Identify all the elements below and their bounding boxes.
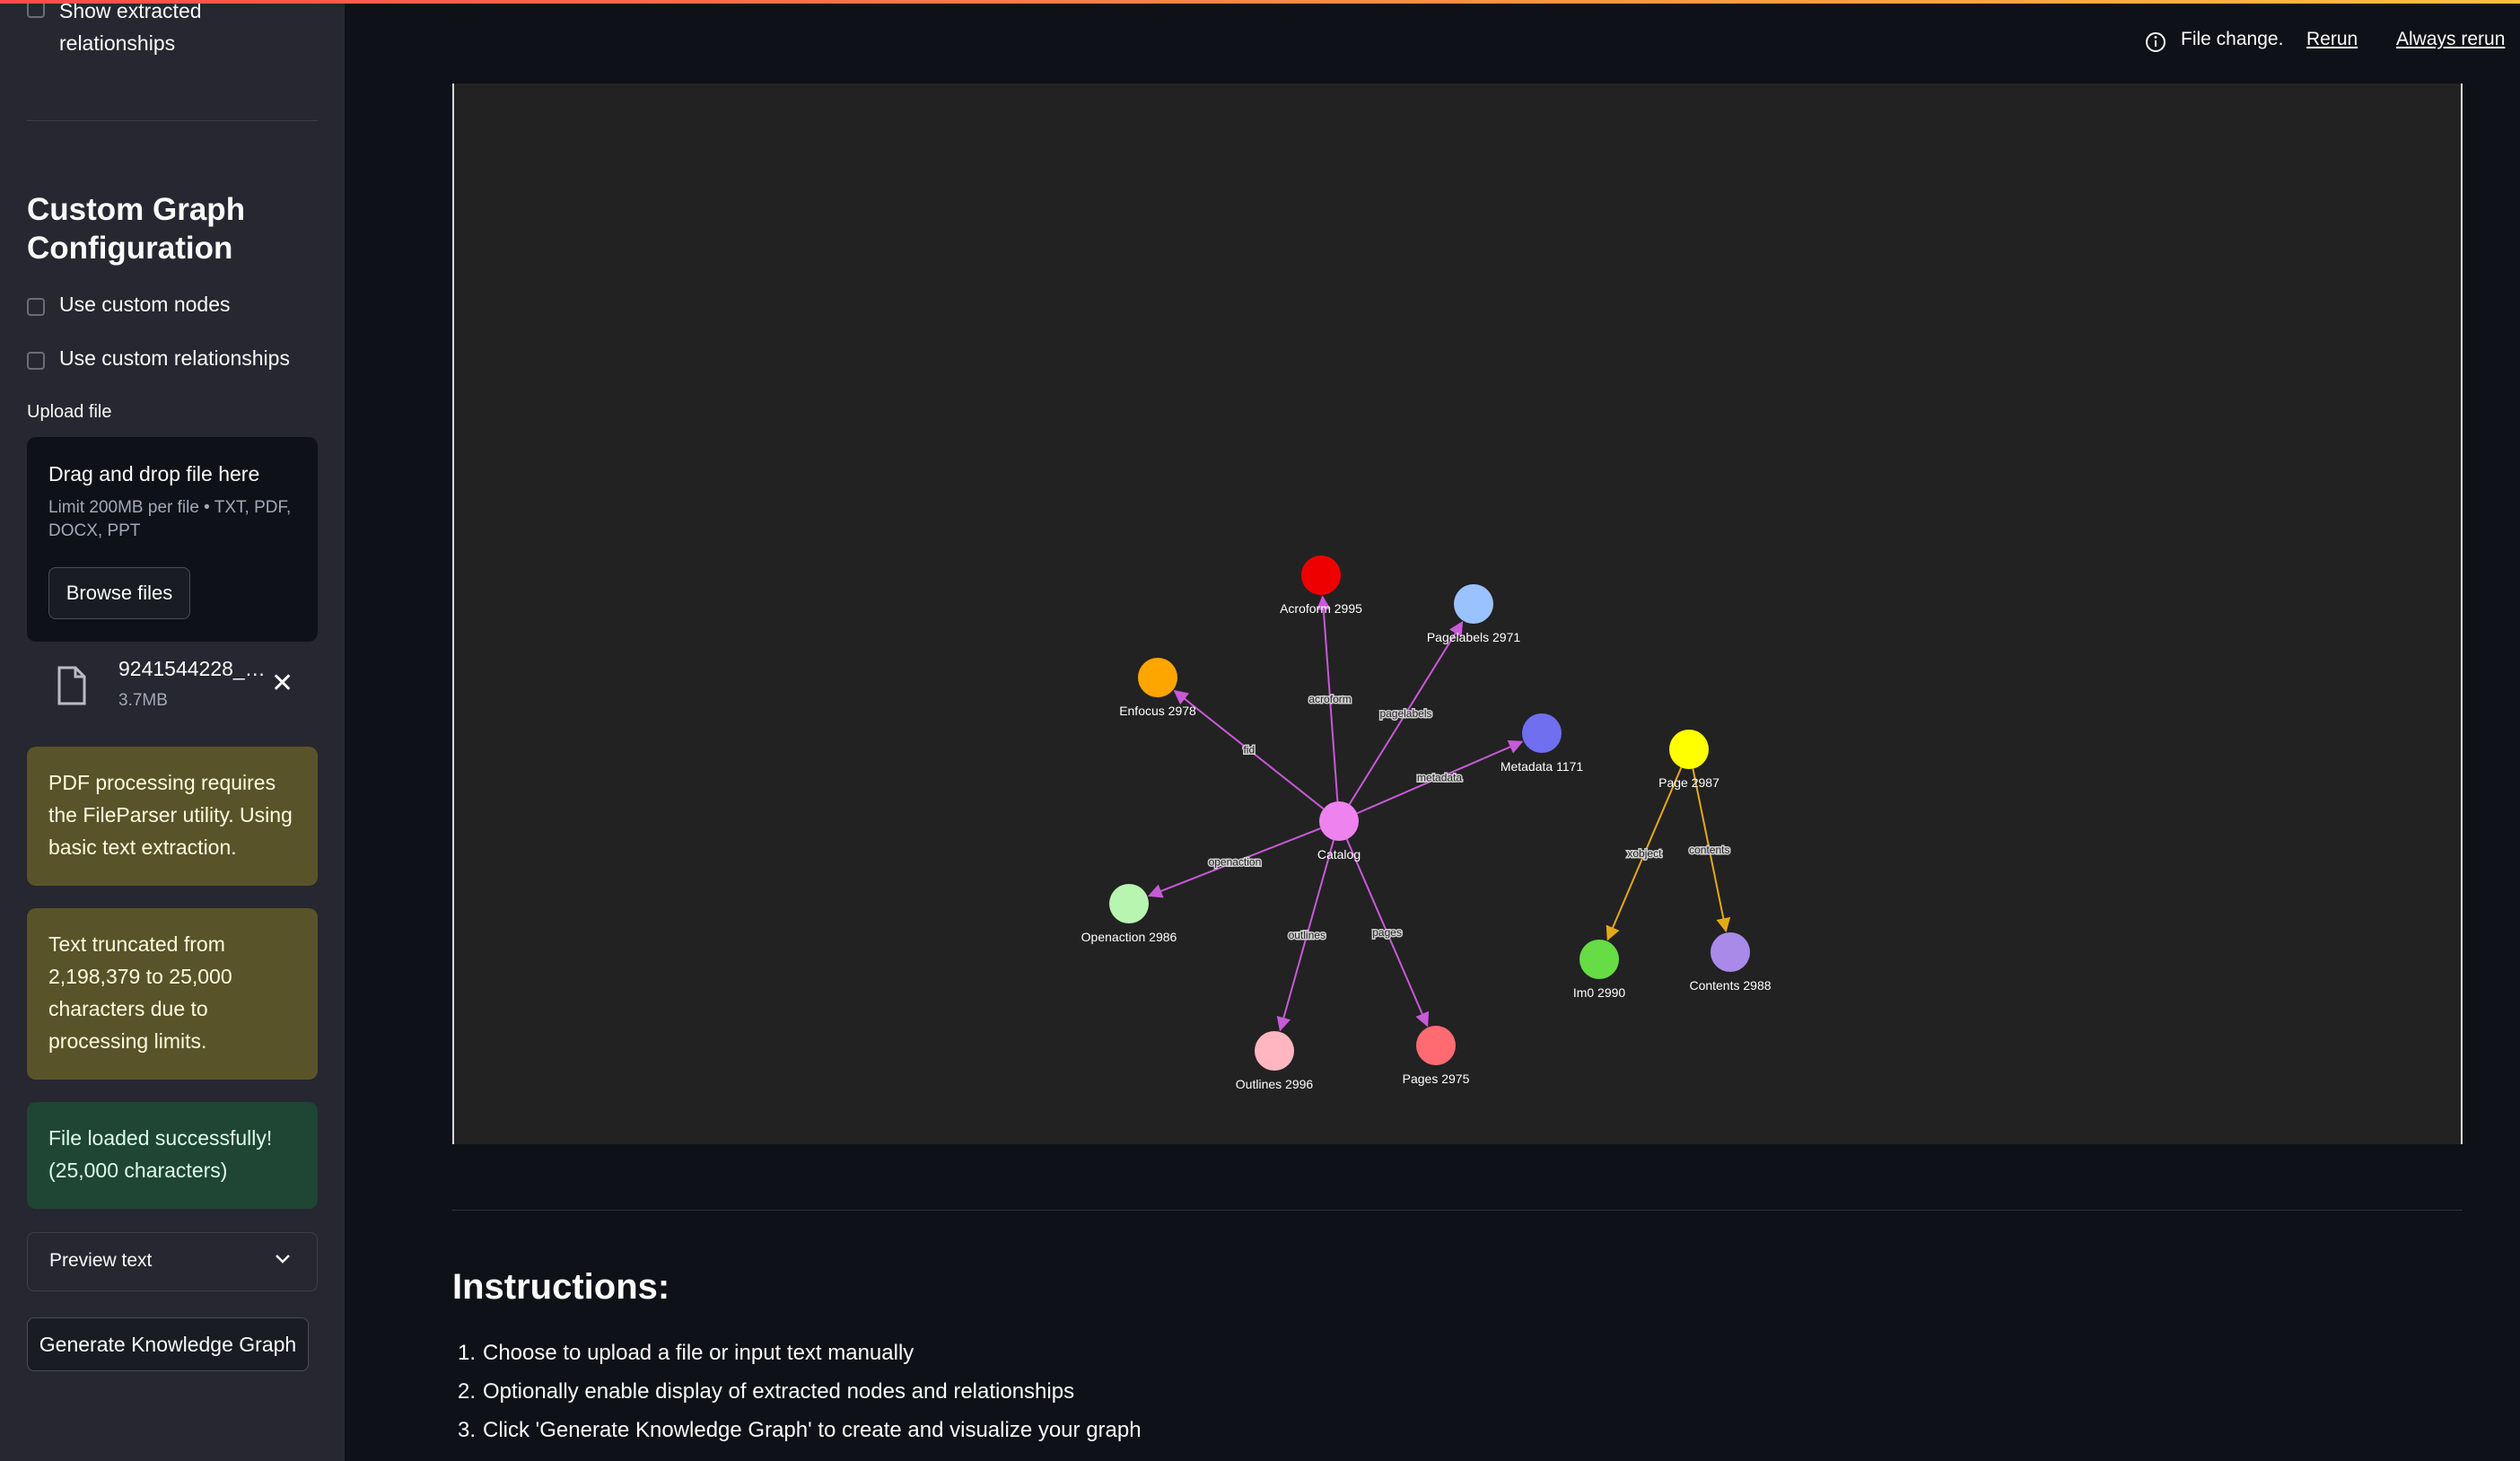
file-icon (57, 666, 86, 705)
show-relationships-checkbox[interactable]: Show extracted relationships (27, 0, 230, 59)
graph-node-label: Pages 2975 (1403, 1072, 1470, 1086)
graph-node-label: Enfocus 2978 (1119, 704, 1196, 718)
graph-node-metadata[interactable]: Metadata 1171 (1501, 713, 1584, 774)
graph-node-circle[interactable] (1301, 556, 1341, 595)
graph-node-page[interactable]: Page 2987 (1658, 730, 1719, 790)
instruction-step-text: Choose to upload a file or input text ma… (483, 1341, 914, 1365)
graph-edge-label: pagelabels (1379, 707, 1431, 720)
graph-node-label: Openaction 2986 (1081, 930, 1177, 944)
file-change-status: File change. (2181, 29, 2284, 49)
knowledge-graph-canvas[interactable]: acroform pagelabels fid metadata openaction o… (452, 83, 2463, 1144)
graph-edge-label: pages (1372, 926, 1402, 939)
instruction-step: 2. Optionally enable display of extracted… (458, 1379, 1142, 1418)
graph-node-label: Outlines 2996 (1236, 1077, 1314, 1091)
file-loaded-success: File loaded successfully! (25,000 charac… (27, 1102, 318, 1209)
preview-text-label: Preview text (49, 1250, 153, 1271)
graph-node-circle[interactable] (1711, 932, 1750, 972)
instructions-list: 1. Choose to upload a file or input text … (458, 1341, 1142, 1457)
dropzone-limit: Limit 200MB per file • TXT, PDF, DOCX, P… (48, 498, 292, 540)
checkbox-box[interactable] (27, 352, 45, 370)
preview-text-expander[interactable]: Preview text (27, 1232, 318, 1291)
graph-node-circle[interactable] (1579, 940, 1619, 979)
sidebar-divider (27, 120, 318, 121)
file-name: 9241544228_e… (118, 657, 271, 680)
graph-node-enfocus[interactable]: Enfocus 2978 (1119, 658, 1196, 718)
chevron-down-icon (276, 1255, 290, 1264)
graph-node-outlines[interactable]: Outlines 2996 (1236, 1031, 1314, 1091)
checkbox-box[interactable] (27, 298, 45, 316)
generate-knowledge-graph-button[interactable]: Generate Knowledge Graph (27, 1317, 309, 1371)
graph-edge-label: contents (1689, 844, 1729, 856)
graph-node-label: Page 2987 (1658, 775, 1719, 790)
use-custom-relationships-label: Use custom relationships (59, 346, 290, 370)
main-divider (452, 1210, 2463, 1211)
instruction-step-text: Click 'Generate Knowledge Graph' to crea… (483, 1418, 1142, 1442)
graph-node-circle[interactable] (1522, 713, 1562, 753)
rerun-button[interactable]: Rerun (2306, 29, 2358, 50)
always-rerun-button[interactable]: Always rerun (2396, 29, 2505, 50)
pdf-processing-warning: PDF processing requires the FileParser u… (27, 747, 318, 886)
instruction-step: 3. Click 'Generate Knowledge Graph' to cr… (458, 1418, 1142, 1457)
graph-node-openaction[interactable]: Openaction 2986 (1081, 884, 1177, 944)
graph-node-circle[interactable] (1109, 884, 1149, 923)
graph-edge-label: xobject (1627, 847, 1662, 860)
graph-node-label: Catalog (1317, 847, 1361, 862)
truncation-warning: Text truncated from 2,198,379 to 25,000 … (27, 908, 318, 1080)
graph-node-im0[interactable]: Im0 2990 (1573, 940, 1626, 1000)
graph-edge-label: metadata (1417, 771, 1462, 783)
graph-node-label: Metadata 1171 (1501, 759, 1584, 774)
sidebar: Show extracted relationships Custom Grap… (0, 0, 345, 1461)
graph-node-acroform[interactable]: Acroform 2995 (1280, 556, 1362, 616)
browse-files-button[interactable]: Browse files (48, 567, 190, 619)
remove-file-close-icon[interactable]: ✕ (271, 668, 293, 699)
graph-edge-label: openaction (1209, 856, 1262, 869)
file-size: 3.7MB (118, 691, 168, 710)
graph-svg[interactable]: acroform pagelabels fid metadata openaction o… (454, 83, 2461, 1144)
graph-node-label: Pagelabels 2971 (1427, 630, 1521, 644)
graph-node-label: Acroform 2995 (1280, 601, 1362, 616)
instructions-heading: Instructions: (452, 1267, 670, 1307)
uploaded-file-item: 9241544228_e… 3.7MB ✕ (56, 655, 316, 718)
custom-config-heading: Custom Graph Configuration (27, 192, 246, 266)
use-custom-nodes-checkbox[interactable]: Use custom nodes (27, 293, 230, 317)
top-decoration-bar (0, 0, 2520, 4)
dropzone-title: Drag and drop file here (48, 462, 260, 486)
graph-node-contents[interactable]: Contents 2988 (1689, 932, 1772, 993)
graph-edge-label: fid (1243, 744, 1255, 757)
file-dropzone[interactable]: Drag and drop file here Limit 200MB per … (27, 437, 318, 642)
graph-node-pagelabels[interactable]: Pagelabels 2971 (1427, 584, 1521, 644)
graph-edge-label: outlines (1289, 929, 1326, 941)
graph-node-label: Im0 2990 (1573, 985, 1626, 1000)
graph-node-pages[interactable]: Pages 2975 (1403, 1026, 1470, 1086)
instruction-step-text: Optionally enable display of extracted n… (483, 1379, 1075, 1404)
graph-node-catalog[interactable]: Catalog (1317, 801, 1361, 862)
graph-node-circle[interactable] (1454, 584, 1493, 624)
graph-node-circle[interactable] (1138, 658, 1177, 697)
graph-node-circle[interactable] (1319, 801, 1359, 841)
show-relationships-label: Show extracted relationships (59, 0, 202, 55)
info-icon (2146, 32, 2166, 52)
graph-edge-label: acroform (1308, 693, 1351, 705)
instruction-step: 1. Choose to upload a file or input text … (458, 1341, 1142, 1379)
graph-node-circle[interactable] (1255, 1031, 1294, 1071)
graph-node-circle[interactable] (1669, 730, 1709, 769)
graph-node-label: Contents 2988 (1689, 978, 1771, 993)
use-custom-nodes-label: Use custom nodes (59, 293, 231, 316)
upload-file-label: Upload file (27, 402, 112, 422)
use-custom-relationships-checkbox[interactable]: Use custom relationships (27, 346, 290, 371)
graph-node-circle[interactable] (1416, 1026, 1456, 1065)
